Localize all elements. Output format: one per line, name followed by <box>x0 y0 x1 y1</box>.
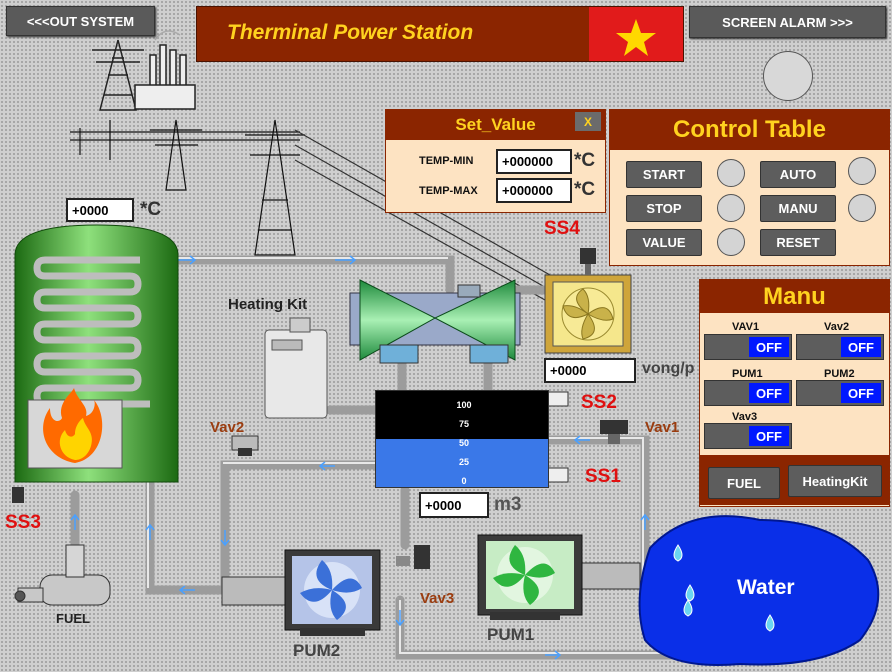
vav1-label: VAV1 <box>732 321 760 333</box>
temp-min-unit: *C <box>574 150 596 171</box>
flag-icon <box>589 7 683 61</box>
water-volume-unit: m3 <box>494 494 522 515</box>
fuel-button[interactable]: FUEL <box>708 467 780 499</box>
vav3-label: Vav3 <box>732 411 758 423</box>
ss2-label: SS2 <box>581 392 617 413</box>
level-scale: 100 75 50 25 0 <box>454 396 474 491</box>
vav3-valve-label: Vav3 <box>420 590 455 607</box>
water-level-tank: 100 75 50 25 0 <box>375 390 549 488</box>
screen-alarm-button[interactable]: SCREEN ALARM >>> <box>689 6 886 38</box>
manu-panel: Manu VAV1 OFF Vav2 OFF PUM1 OFF PUM2 OFF… <box>699 279 890 507</box>
out-system-button[interactable]: <<<OUT SYSTEM <box>6 6 155 36</box>
pum2-pump-label: PUM2 <box>293 641 341 660</box>
vav1-valve-label: Vav1 <box>645 419 680 436</box>
start-button[interactable]: START <box>626 161 702 188</box>
reset-button[interactable]: RESET <box>760 229 836 256</box>
auto-lamp <box>848 157 876 185</box>
vav2-state: OFF <box>841 337 881 357</box>
page-title: Therminal Power Station <box>227 21 474 44</box>
water-volume-readout: +0000 <box>419 492 489 518</box>
set-value-title: Set_Value <box>386 110 605 140</box>
ss3-sensor-icon <box>12 487 24 503</box>
heat-exchanger <box>349 279 521 364</box>
pum2-toggle[interactable]: OFF <box>796 380 884 406</box>
fan-speed-readout: +0000 <box>544 358 636 383</box>
manu-title: Manu <box>700 280 889 313</box>
control-table-title: Control Table <box>610 110 889 150</box>
ss3-label: SS3 <box>5 512 41 533</box>
heating-kit-label: Heating Kit <box>228 296 308 313</box>
heating-kit-icon <box>264 317 328 419</box>
title-bar: Therminal Power Station <box>196 6 684 62</box>
manu-button[interactable]: MANU <box>760 195 836 222</box>
stop-lamp <box>717 194 745 222</box>
manu-lamp <box>848 194 876 222</box>
pum2-label: PUM2 <box>824 368 855 380</box>
water-label: Water <box>737 576 795 599</box>
vav3-state: OFF <box>749 426 789 446</box>
value-button[interactable]: VALUE <box>626 229 702 256</box>
ss4-label: SS4 <box>544 218 580 239</box>
vav1-toggle[interactable]: OFF <box>704 334 792 360</box>
level-tick: 25 <box>458 457 469 467</box>
ss1-label: SS1 <box>585 466 621 487</box>
temp-max-input[interactable]: +000000 <box>496 178 572 203</box>
power-plant-icon <box>92 30 196 111</box>
auto-button[interactable]: AUTO <box>760 161 836 188</box>
vav2-label: Vav2 <box>824 321 850 333</box>
set-value-panel: Set_Value X TEMP-MIN +000000 *C TEMP-MAX… <box>385 109 606 213</box>
vav1-state: OFF <box>749 337 789 357</box>
value-lamp <box>717 228 745 256</box>
tank-temp-readout: +0000 <box>66 198 134 222</box>
close-button[interactable]: X <box>575 112 601 131</box>
level-tick: 0 <box>461 476 467 486</box>
status-lamp <box>763 51 813 101</box>
fuel-burner-icon <box>14 544 111 606</box>
vav2-valve-label: Vav2 <box>210 419 245 436</box>
tank-temp-unit: *C <box>140 199 162 220</box>
heatingkit-button[interactable]: HeatingKit <box>788 465 882 497</box>
level-tick: 50 <box>458 438 469 448</box>
pum1-state: OFF <box>749 383 789 403</box>
start-lamp <box>717 159 745 187</box>
pum1-pump-label: PUM1 <box>487 625 535 644</box>
temp-max-unit: *C <box>574 179 596 200</box>
pum1-label: PUM1 <box>732 368 763 380</box>
temp-min-input[interactable]: +000000 <box>496 149 572 174</box>
temp-max-label: TEMP-MAX <box>419 185 478 197</box>
vav2-toggle[interactable]: OFF <box>796 334 884 360</box>
level-tick: 100 <box>456 400 472 410</box>
temp-min-label: TEMP-MIN <box>419 155 474 167</box>
manu-footer: FUEL HeatingKit <box>700 455 889 505</box>
vav3-toggle[interactable]: OFF <box>704 423 792 449</box>
pum1-toggle[interactable]: OFF <box>704 380 792 406</box>
control-table-panel: Control Table START STOP VALUE AUTO MANU… <box>609 109 890 266</box>
pump-2-icon <box>221 549 381 636</box>
pump-1-icon <box>477 534 641 620</box>
pum2-state: OFF <box>841 383 881 403</box>
level-tick: 75 <box>458 419 469 429</box>
stop-button[interactable]: STOP <box>626 195 702 222</box>
fan-speed-unit: vong/p <box>642 360 695 377</box>
fuel-label: FUEL <box>56 611 90 626</box>
